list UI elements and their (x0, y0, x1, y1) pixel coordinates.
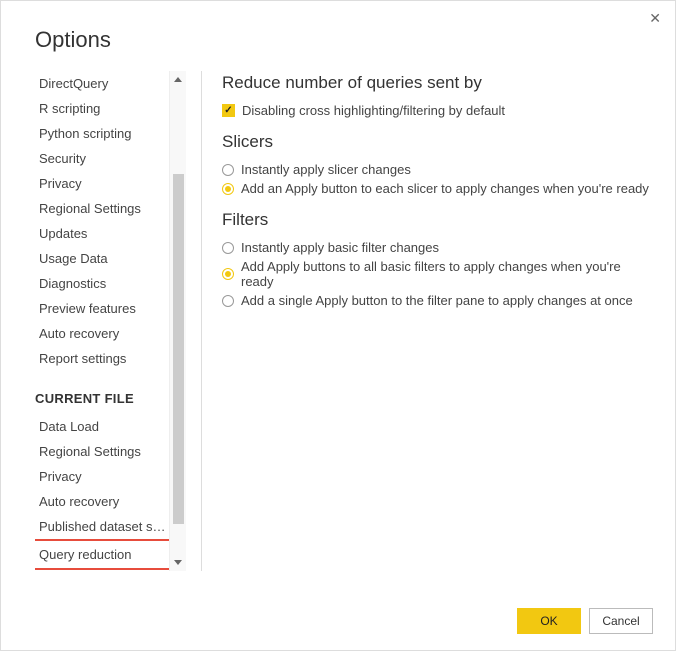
radio-row-slicer-instant[interactable]: Instantly apply slicer changes (222, 162, 655, 177)
sidebar-item-report-settings-file[interactable]: Report settings (35, 570, 169, 571)
radio-row-filter-apply-all[interactable]: Add Apply buttons to all basic filters t… (222, 259, 655, 289)
content-area: DirectQuery R scripting Python scripting… (1, 71, 675, 571)
sidebar-item-preview-features[interactable]: Preview features (35, 296, 169, 321)
checkbox-icon[interactable] (222, 104, 235, 117)
radio-icon[interactable] (222, 242, 234, 254)
sidebar-item-diagnostics[interactable]: Diagnostics (35, 271, 169, 296)
scroll-down-icon[interactable] (170, 554, 187, 571)
sidebar-item-python-scripting[interactable]: Python scripting (35, 121, 169, 146)
sidebar-item-r-scripting[interactable]: R scripting (35, 96, 169, 121)
radio-row-slicer-apply[interactable]: Add an Apply button to each slicer to ap… (222, 181, 655, 196)
sidebar-item-report-settings[interactable]: Report settings (35, 346, 169, 371)
main-panel: Reduce number of queries sent by Disabli… (222, 71, 655, 571)
section-title-slicers: Slicers (222, 132, 655, 152)
radio-icon[interactable] (222, 164, 234, 176)
sidebar-item-query-reduction[interactable]: Query reduction (35, 539, 169, 570)
sidebar-item-updates[interactable]: Updates (35, 221, 169, 246)
dialog-footer: OK Cancel (517, 608, 653, 634)
sidebar-item-usage-data[interactable]: Usage Data (35, 246, 169, 271)
ok-button[interactable]: OK (517, 608, 581, 634)
sidebar-item-regional-settings[interactable]: Regional Settings (35, 196, 169, 221)
cancel-button[interactable]: Cancel (589, 608, 653, 634)
sidebar-item-data-load[interactable]: Data Load (35, 414, 169, 439)
sidebar-item-published-dataset[interactable]: Published dataset set... (35, 514, 169, 539)
radio-icon[interactable] (222, 268, 234, 280)
radio-label: Instantly apply basic filter changes (241, 240, 439, 255)
scroll-thumb[interactable] (173, 174, 184, 524)
section-title-reduce: Reduce number of queries sent by (222, 73, 655, 93)
radio-row-filter-apply-single[interactable]: Add a single Apply button to the filter … (222, 293, 655, 308)
sidebar: DirectQuery R scripting Python scripting… (35, 71, 169, 571)
scroll-track[interactable] (170, 88, 187, 554)
vertical-divider (201, 71, 202, 571)
radio-icon[interactable] (222, 183, 234, 195)
radio-label: Instantly apply slicer changes (241, 162, 411, 177)
sidebar-item-privacy-file[interactable]: Privacy (35, 464, 169, 489)
checkbox-label: Disabling cross highlighting/filtering b… (242, 103, 505, 118)
sidebar-item-regional-settings-file[interactable]: Regional Settings (35, 439, 169, 464)
scroll-up-icon[interactable] (170, 71, 187, 88)
section-title-filters: Filters (222, 210, 655, 230)
sidebar-scrollbar[interactable] (169, 71, 186, 571)
dialog-title: Options (1, 1, 675, 71)
sidebar-item-privacy[interactable]: Privacy (35, 171, 169, 196)
sidebar-item-auto-recovery[interactable]: Auto recovery (35, 321, 169, 346)
sidebar-item-auto-recovery-file[interactable]: Auto recovery (35, 489, 169, 514)
sidebar-container: DirectQuery R scripting Python scripting… (35, 71, 187, 571)
radio-label: Add a single Apply button to the filter … (241, 293, 633, 308)
sidebar-section-header: CURRENT FILE (35, 371, 169, 414)
radio-row-filter-instant[interactable]: Instantly apply basic filter changes (222, 240, 655, 255)
radio-label: Add Apply buttons to all basic filters t… (241, 259, 655, 289)
radio-icon[interactable] (222, 295, 234, 307)
radio-label: Add an Apply button to each slicer to ap… (241, 181, 649, 196)
close-icon[interactable]: ✕ (649, 11, 661, 25)
sidebar-item-directquery[interactable]: DirectQuery (35, 71, 169, 96)
checkbox-row-disable-cross[interactable]: Disabling cross highlighting/filtering b… (222, 103, 655, 118)
sidebar-item-security[interactable]: Security (35, 146, 169, 171)
